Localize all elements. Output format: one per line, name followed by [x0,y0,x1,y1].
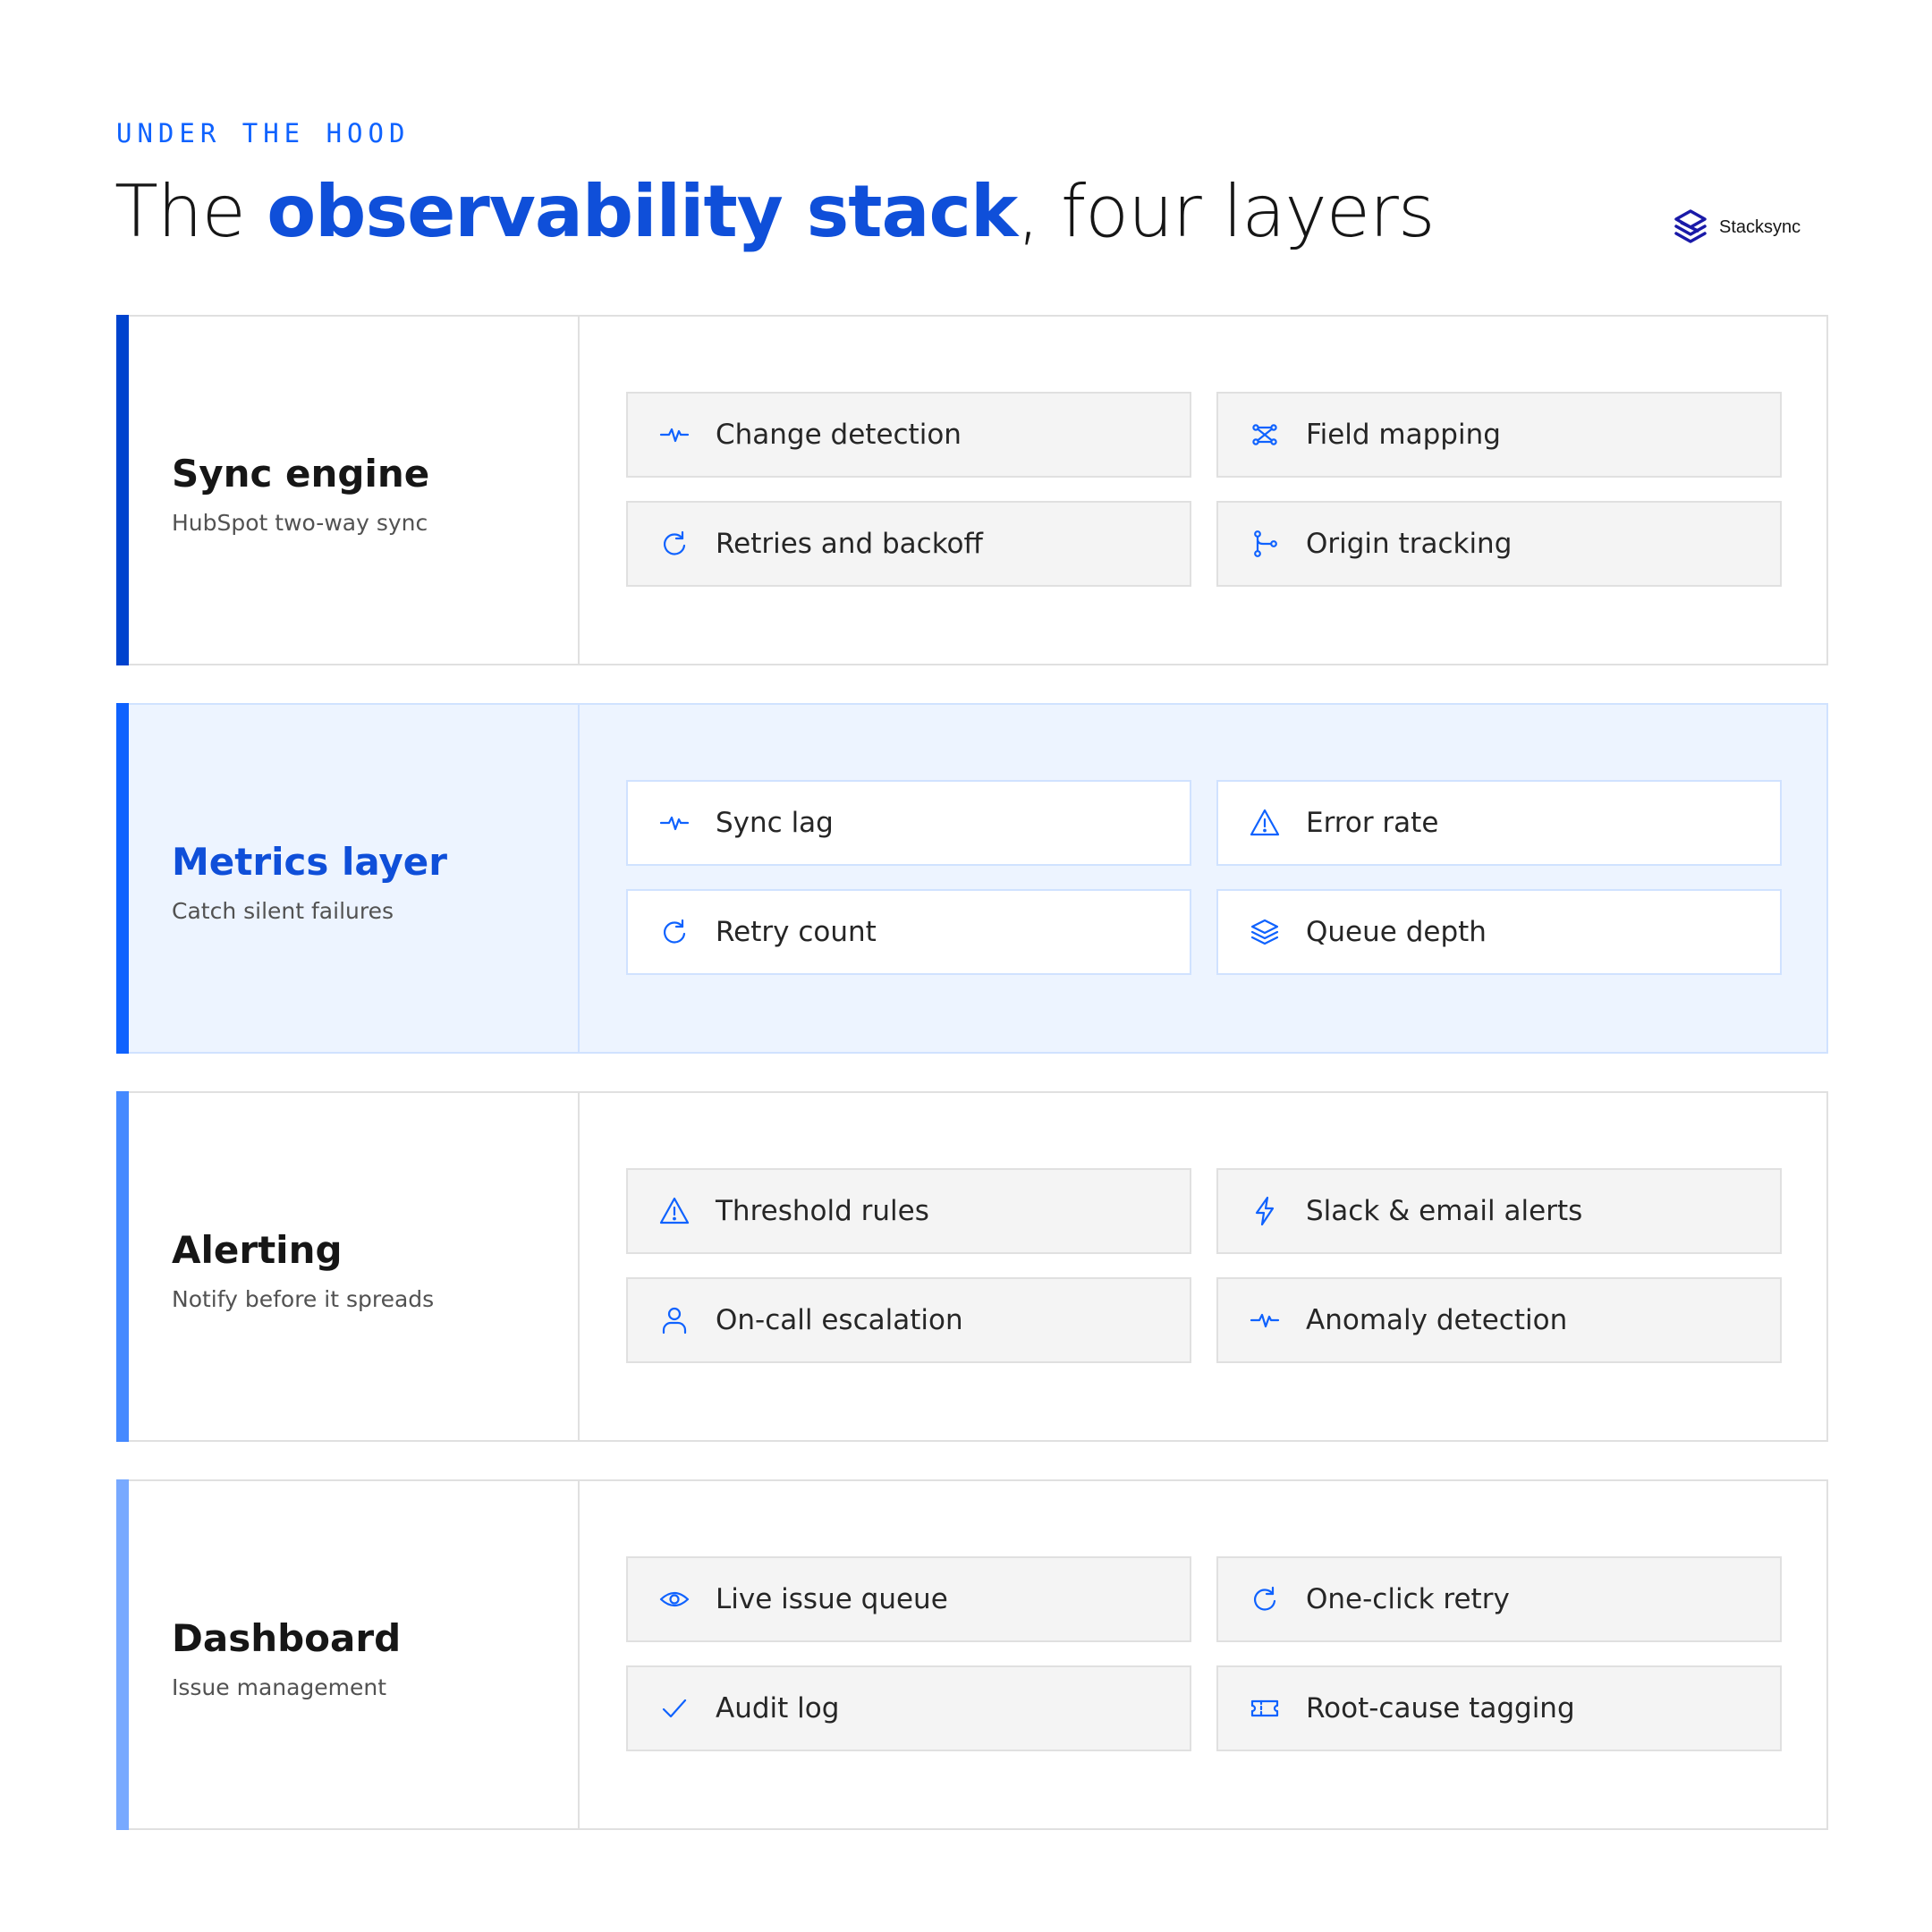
layer-subtitle: Notify before it spreads [172,1286,435,1312]
capability-grid: Live issue queue One-click retry Audit l… [580,1481,1826,1828]
layer-sync-engine: Sync engine HubSpot two-way sync Change … [116,315,1828,665]
layer-stripe [116,1091,129,1442]
capability-retry-count: Retry count [626,889,1191,975]
capability-field-mapping: Field mapping [1216,392,1782,478]
layer-heading: Dashboard Issue management [118,1481,580,1828]
layer-heading: Metrics layer Catch silent failures [118,705,580,1052]
warning-icon [1250,809,1280,836]
eye-icon [659,1591,690,1607]
page-title: The observability stack, four layers [114,170,1436,253]
layer-title: Alerting [172,1228,343,1272]
user-icon [662,1307,687,1335]
refresh-icon [1254,1586,1276,1611]
capability-label: Error rate [1306,807,1439,839]
capability-label: Change detection [716,419,962,451]
capability-threshold-rules: Threshold rules [626,1168,1191,1254]
layer-title: Metrics layer [172,840,448,884]
mapping-icon [1252,424,1277,445]
capability-label: Threshold rules [716,1195,929,1227]
branch-icon [1254,530,1277,557]
capability-error-rate: Error rate [1216,780,1782,866]
layer-heading: Sync engine HubSpot two-way sync [118,317,580,664]
layer-subtitle: HubSpot two-way sync [172,510,428,536]
brand-name: Stacksync [1719,216,1801,237]
capability-origin-tracking: Origin tracking [1216,501,1782,587]
capability-label: Origin tracking [1306,528,1513,560]
capability-on-call-escalation: On-call escalation [626,1277,1191,1363]
capability-grid: Sync lag Error rate Retry count Queue de… [580,705,1826,1052]
capability-label: Field mapping [1306,419,1501,451]
layer-dashboard: Dashboard Issue management Live issue qu… [116,1479,1828,1830]
capability-label: Live issue queue [716,1583,948,1615]
layer-title: Sync engine [172,452,430,496]
capability-live-issue-queue: Live issue queue [626,1556,1191,1642]
capability-grid: Threshold rules Slack & email alerts On-… [580,1093,1826,1440]
capability-change-detection: Change detection [626,392,1191,478]
lightning-icon [1255,1196,1275,1226]
refresh-icon [664,919,686,944]
capability-label: Root-cause tagging [1306,1692,1575,1724]
capability-label: Slack & email alerts [1306,1195,1583,1227]
capability-label: Queue depth [1306,916,1487,948]
layer-stripe [116,315,129,665]
layer-metrics: Metrics layer Catch silent failures Sync… [116,703,1828,1054]
capability-sync-lag: Sync lag [626,780,1191,866]
refresh-icon [664,530,686,555]
capability-grid: Change detection Field mapping Retries a… [580,317,1826,664]
capability-label: Audit log [716,1692,840,1724]
capability-label: One-click retry [1306,1583,1510,1615]
brand: Stacksync [1671,208,1801,247]
check-icon [662,1699,687,1718]
title-prefix: The [114,170,267,253]
pulse-icon [1250,1313,1280,1328]
layer-alerting: Alerting Notify before it spreads Thresh… [116,1091,1828,1442]
layers-icon [1250,919,1279,945]
capability-anomaly-detection: Anomaly detection [1216,1277,1782,1363]
layers-stack: Sync engine HubSpot two-way sync Change … [116,315,1828,1868]
capability-label: Retry count [716,916,877,948]
eyebrow-label: UNDER THE HOOD [116,118,411,148]
layer-stripe [116,703,129,1054]
capability-slack-email-alerts: Slack & email alerts [1216,1168,1782,1254]
pulse-icon [659,816,690,831]
stacksync-logo-icon [1674,209,1707,243]
ticket-icon [1250,1699,1279,1717]
warning-icon [659,1197,690,1224]
layer-subtitle: Catch silent failures [172,898,394,924]
layer-stripe [116,1479,129,1830]
pulse-icon [659,428,690,443]
capability-label: Retries and backoff [716,528,983,560]
title-accent: observability stack [267,170,1018,253]
layer-subtitle: Issue management [172,1674,387,1700]
capability-retries-and-backoff: Retries and backoff [626,501,1191,587]
layer-title: Dashboard [172,1616,402,1660]
capability-label: Anomaly detection [1306,1304,1568,1336]
page: UNDER THE HOOD The observability stack, … [0,0,1932,1932]
capability-label: On-call escalation [716,1304,963,1336]
capability-root-cause-tagging: Root-cause tagging [1216,1665,1782,1751]
capability-one-click-retry: One-click retry [1216,1556,1782,1642]
title-suffix: , four layers [1017,170,1435,253]
capability-queue-depth: Queue depth [1216,889,1782,975]
layer-heading: Alerting Notify before it spreads [118,1093,580,1440]
capability-label: Sync lag [716,807,834,839]
capability-audit-log: Audit log [626,1665,1191,1751]
